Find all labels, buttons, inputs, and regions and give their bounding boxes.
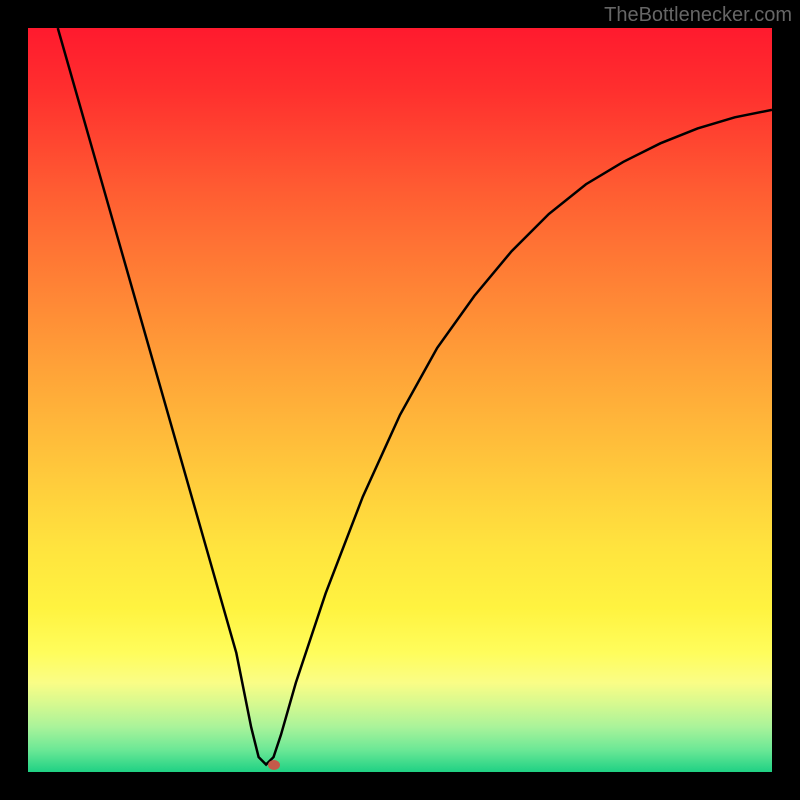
- chart-curve-svg: [28, 28, 772, 772]
- optimal-point-marker: [268, 760, 280, 770]
- chart-plot-area: [28, 28, 772, 772]
- bottleneck-curve-line: [58, 28, 772, 765]
- watermark-text: TheBottlenecker.com: [604, 4, 792, 27]
